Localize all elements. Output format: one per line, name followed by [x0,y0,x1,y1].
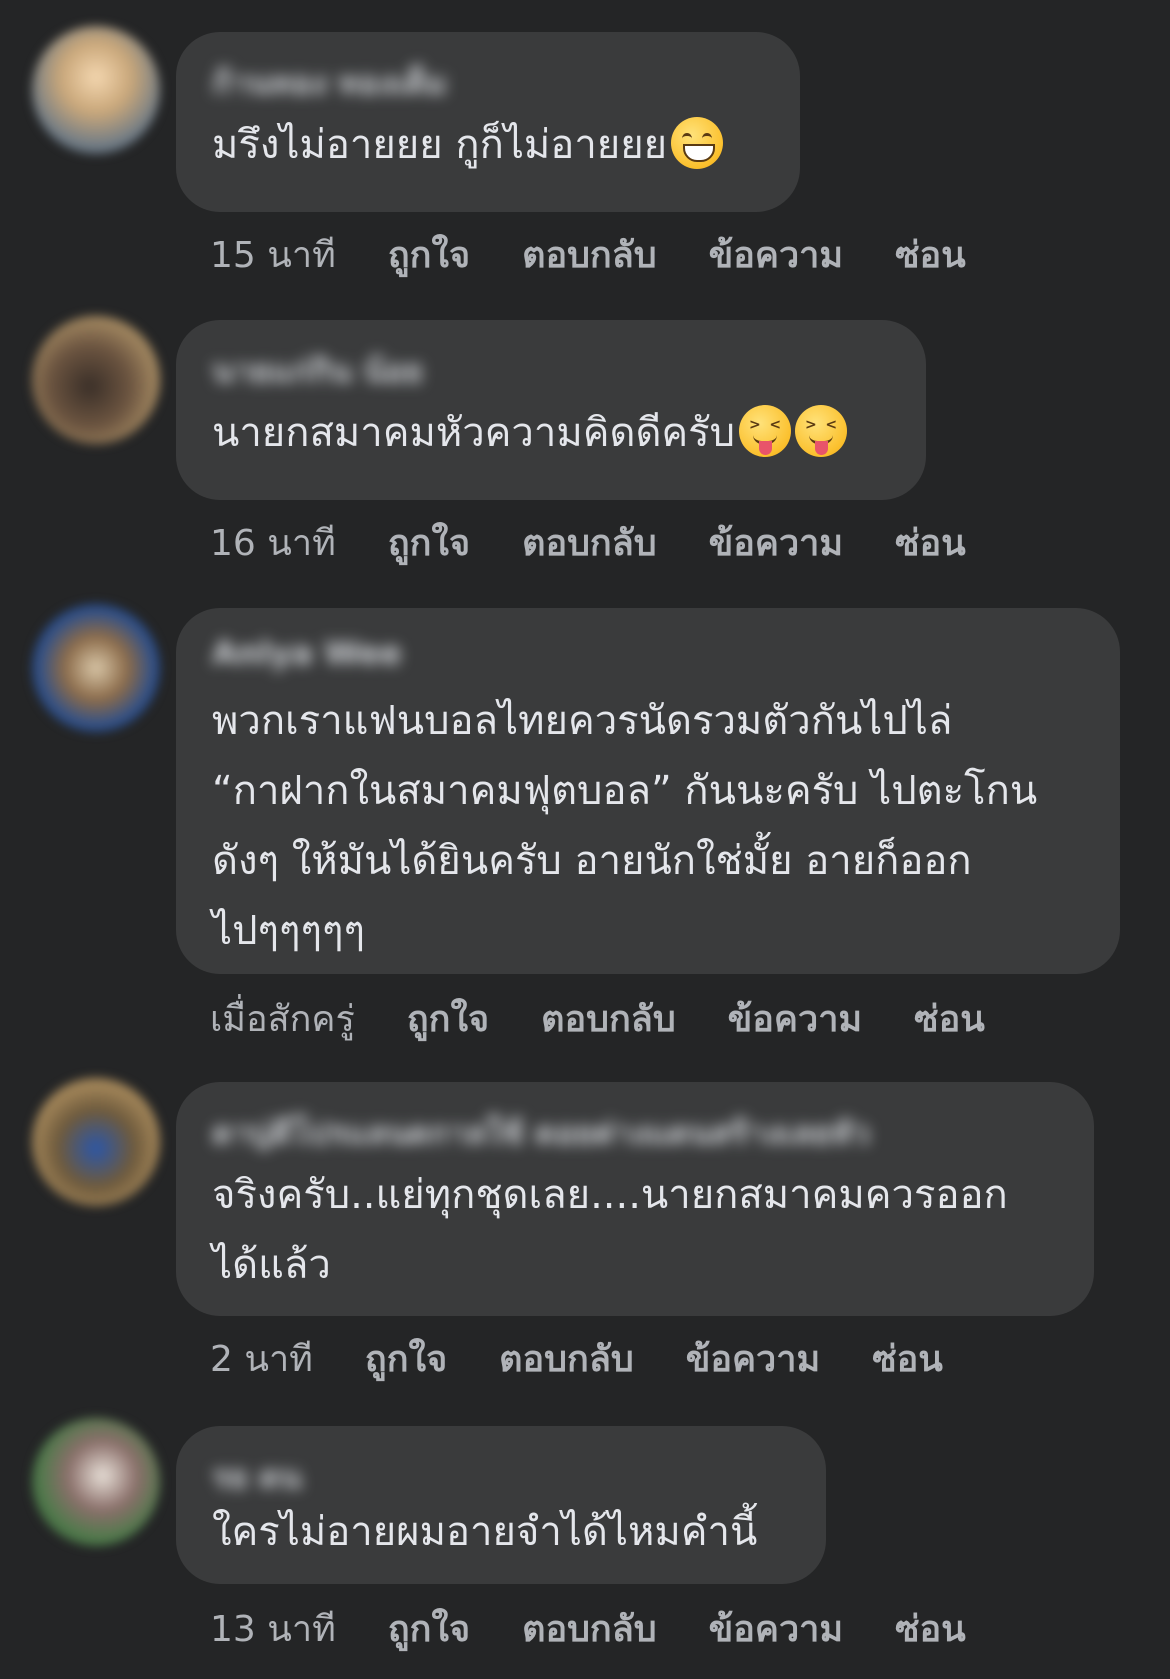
message-button[interactable]: ข้อความ [728,990,862,1047]
message-button[interactable]: ข้อความ [686,1330,820,1387]
comment-timestamp[interactable]: 16 นาที [210,514,336,571]
avatar[interactable] [32,1418,160,1546]
reply-button[interactable]: ตอบกลับ [541,990,676,1047]
like-button[interactable]: ถูกใจ [388,226,470,283]
comment-actions: 2 นาที ถูกใจ ตอบกลับ ข้อความ ซ่อน [210,1330,995,1387]
comment-bubble: ก้านทอง ทองเต็ม มรึงไม่อายยย กูก็ไม่อายย… [176,32,800,212]
comment-author[interactable]: รย ดน [212,1452,790,1494]
comment-text-content: นายกสมาคมหัวความคิดดีครับ [212,410,736,456]
reply-button[interactable]: ตอบกลับ [499,1330,634,1387]
reply-button[interactable]: ตอบกลับ [522,226,657,283]
comment-bubble: รย ดน ใครไม่อายผมอายจำได้ไหมคำนี้ [176,1426,826,1584]
comment-author[interactable]: ก้านทอง ทองเต็ม [212,58,764,100]
comment-text: มรึงไม่อายยย กูก็ไม่อายยย [212,110,764,180]
grinning-face-icon [671,117,724,169]
hide-button[interactable]: ซ่อน [914,990,985,1047]
comment-timestamp[interactable]: 13 นาที [210,1600,336,1657]
comment-text-content: มรึงไม่อายยย กูก็ไม่อายยย [212,122,668,168]
avatar[interactable] [32,1078,160,1206]
hide-button[interactable]: ซ่อน [895,1600,966,1657]
comment-actions: 16 นาที ถูกใจ ตอบกลับ ข้อความ ซ่อน [210,514,1018,571]
avatar[interactable] [32,26,160,154]
like-button[interactable]: ถูกใจ [365,1330,447,1387]
comment-actions: 15 นาที ถูกใจ ตอบกลับ ข้อความ ซ่อน [210,226,1018,283]
comment-bubble: Anlya Wee พวกเราแฟนบอลไทยควรนัดรวมตัวกัน… [176,608,1120,974]
squinting-face-with-tongue-icon: > < [795,405,848,457]
comment-text: นายกสมาคมหัวความคิดดีครับ > < > < [212,398,890,468]
message-button[interactable]: ข้อความ [709,514,843,571]
comment-bubble: นายแก่กิน น้อย นายกสมาคมหัวความคิดดีครับ… [176,320,926,500]
like-button[interactable]: ถูกใจ [388,514,470,571]
squinting-face-with-tongue-icon: > < [739,405,792,457]
comment-author[interactable]: นายแก่กิน น้อย [212,346,890,388]
comment-actions: 13 นาที ถูกใจ ตอบกลับ ข้อความ ซ่อน [210,1600,1018,1657]
message-button[interactable]: ข้อความ [709,1600,843,1657]
hide-button[interactable]: ซ่อน [895,226,966,283]
comment-text: จริงครับ..แย่ทุกชุดเลย....นายกสมาคมควรออ… [212,1172,1008,1288]
comment-timestamp[interactable]: 15 นาที [210,226,336,283]
like-button[interactable]: ถูกใจ [407,990,489,1047]
like-button[interactable]: ถูกใจ [388,1600,470,1657]
comment-author[interactable]: Anlya Wee [212,634,1084,676]
comment-timestamp[interactable]: เมื่อสักครู่ [210,990,355,1047]
comment-actions: เมื่อสักครู่ ถูกใจ ตอบกลับ ข้อความ ซ่อน [210,990,1037,1047]
hide-button[interactable]: ซ่อน [872,1330,943,1387]
avatar[interactable] [32,604,160,732]
comment-bubble: ดาบู่ดีโปรแลนดกาลใช้ ดอยต่างแดนสร้างเลยห… [176,1082,1094,1316]
reply-button[interactable]: ตอบกลับ [522,1600,657,1657]
comment-text: ใครไม่อายผมอายจำได้ไหมคำนี้ [212,1509,758,1555]
comment-text: พวกเราแฟนบอลไทยควรนัดรวมตัวกันไปไล่ “กาฝ… [212,698,1038,954]
message-button[interactable]: ข้อความ [709,226,843,283]
comment-author[interactable]: ดาบู่ดีโปรแลนดกาลใช้ ดอยต่างแดนสร้างเลยห… [212,1108,1058,1150]
comment-timestamp[interactable]: 2 นาที [210,1330,313,1387]
avatar[interactable] [32,316,160,444]
hide-button[interactable]: ซ่อน [895,514,966,571]
reply-button[interactable]: ตอบกลับ [522,514,657,571]
